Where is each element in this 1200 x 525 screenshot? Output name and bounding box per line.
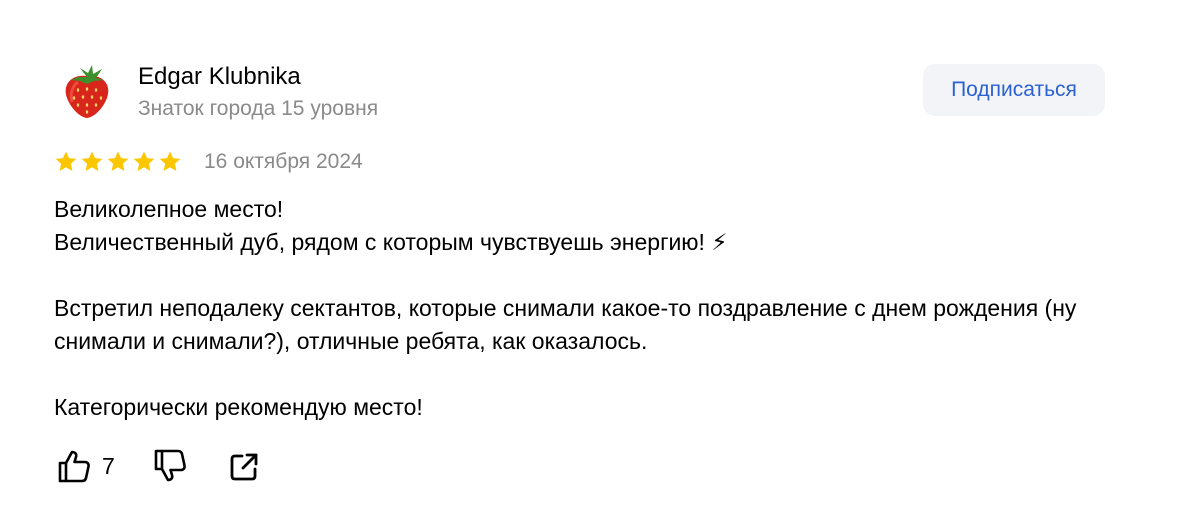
star-icon bbox=[159, 151, 181, 171]
thumbs-down-icon bbox=[154, 449, 186, 482]
strawberry-icon bbox=[65, 65, 109, 118]
star-icon bbox=[107, 151, 129, 171]
avatar[interactable] bbox=[58, 62, 116, 120]
like-count: 7 bbox=[102, 453, 115, 479]
author-name[interactable]: Edgar Klubnika bbox=[138, 63, 301, 91]
share-button[interactable] bbox=[228, 451, 260, 483]
thumbs-up-icon bbox=[58, 450, 90, 483]
rating-stars bbox=[54, 150, 182, 174]
review-paragraph: Великолепное место! bbox=[54, 196, 284, 222]
review-paragraph: Категорически рекомендую место! bbox=[54, 394, 423, 420]
share-icon bbox=[230, 453, 258, 481]
star-icon bbox=[55, 151, 77, 171]
dislike-button[interactable] bbox=[152, 448, 188, 484]
author-status: Знаток города 15 уровня bbox=[138, 97, 379, 120]
like-button[interactable]: 7 bbox=[56, 448, 115, 484]
star-icon bbox=[133, 151, 155, 171]
review-paragraph: Величественный дуб, рядом с которым чувс… bbox=[54, 229, 728, 255]
review-text: Великолепное место! Величественный дуб, … bbox=[54, 193, 1134, 424]
review-date: 16 октября 2024 bbox=[204, 150, 363, 173]
review-paragraph: Встретил неподалеку сектантов, которые с… bbox=[54, 295, 1077, 354]
subscribe-button[interactable]: Подписаться bbox=[923, 64, 1105, 116]
star-icon bbox=[81, 151, 103, 171]
